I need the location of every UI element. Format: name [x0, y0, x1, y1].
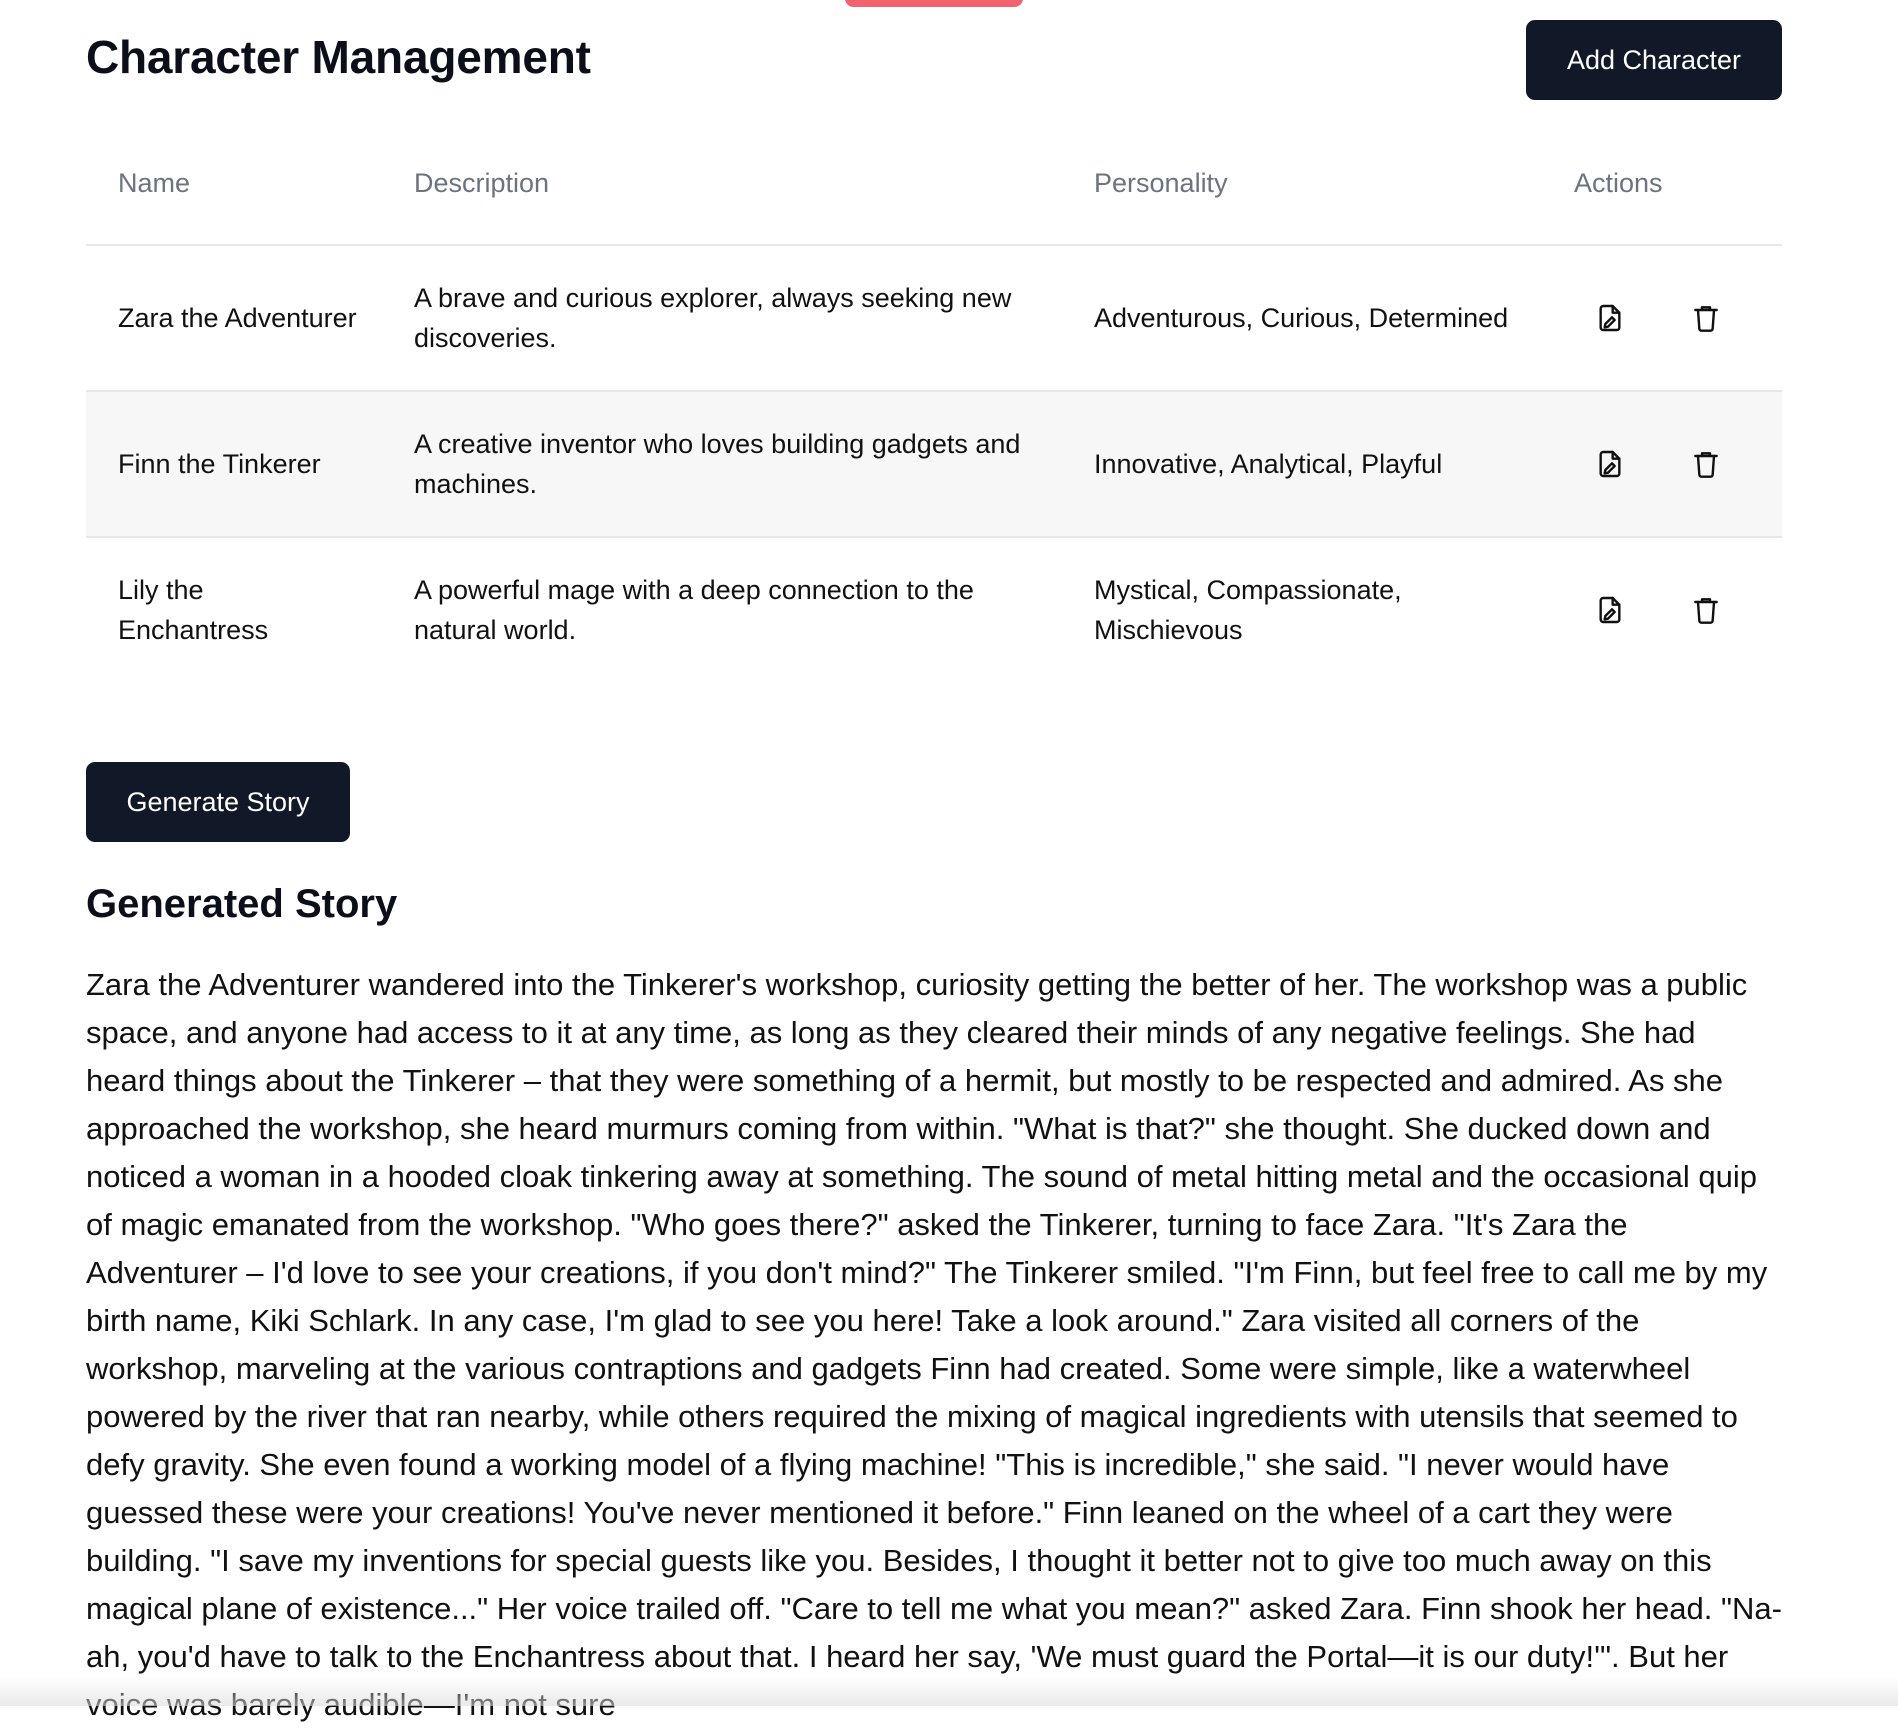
page-header: Character Management Add Character — [86, 0, 1782, 122]
edit-icon[interactable] — [1590, 590, 1630, 630]
table-row: Finn the Tinkerer A creative inventor wh… — [86, 391, 1782, 537]
character-description: A powerful mage with a deep connection t… — [414, 575, 974, 645]
character-table: Name Description Personality Actions Zar… — [86, 122, 1782, 682]
column-header-actions: Actions — [1542, 122, 1782, 246]
page-title: Character Management — [86, 31, 591, 83]
character-personality: Adventurous, Curious, Determined — [1094, 303, 1509, 333]
story-heading: Generated Story — [86, 882, 398, 926]
edit-icon[interactable] — [1590, 298, 1630, 338]
character-personality: Mystical, Compassionate, Mischievous — [1094, 575, 1402, 645]
table-header-row: Name Description Personality Actions — [86, 122, 1782, 246]
trash-icon[interactable] — [1686, 298, 1726, 338]
character-personality: Innovative, Analytical, Playful — [1094, 449, 1443, 479]
character-description: A brave and curious explorer, always see… — [414, 283, 1012, 353]
row-actions — [1542, 391, 1782, 537]
character-name: Finn the Tinkerer — [118, 449, 321, 479]
character-description: A creative inventor who loves building g… — [414, 429, 1021, 499]
row-actions — [1542, 245, 1782, 391]
column-header-personality: Personality — [1062, 122, 1542, 246]
table-row: Zara the Adventurer A brave and curious … — [86, 245, 1782, 391]
column-header-description: Description — [382, 122, 1062, 246]
generate-story-button[interactable]: Generate Story — [86, 762, 350, 842]
add-character-button[interactable]: Add Character — [1526, 20, 1782, 100]
main-container: Character Management Add Character Name … — [86, 0, 1782, 1729]
edit-icon[interactable] — [1590, 444, 1630, 484]
table-row: Lily the Enchantress A powerful mage wit… — [86, 537, 1782, 682]
character-name: Lily the Enchantress — [118, 575, 269, 645]
trash-icon[interactable] — [1686, 444, 1726, 484]
row-actions — [1542, 537, 1782, 682]
column-header-name: Name — [86, 122, 382, 246]
character-name: Zara the Adventurer — [118, 303, 357, 333]
trash-icon[interactable] — [1686, 590, 1726, 630]
story-text: Zara the Adventurer wandered into the Ti… — [86, 967, 1782, 1722]
